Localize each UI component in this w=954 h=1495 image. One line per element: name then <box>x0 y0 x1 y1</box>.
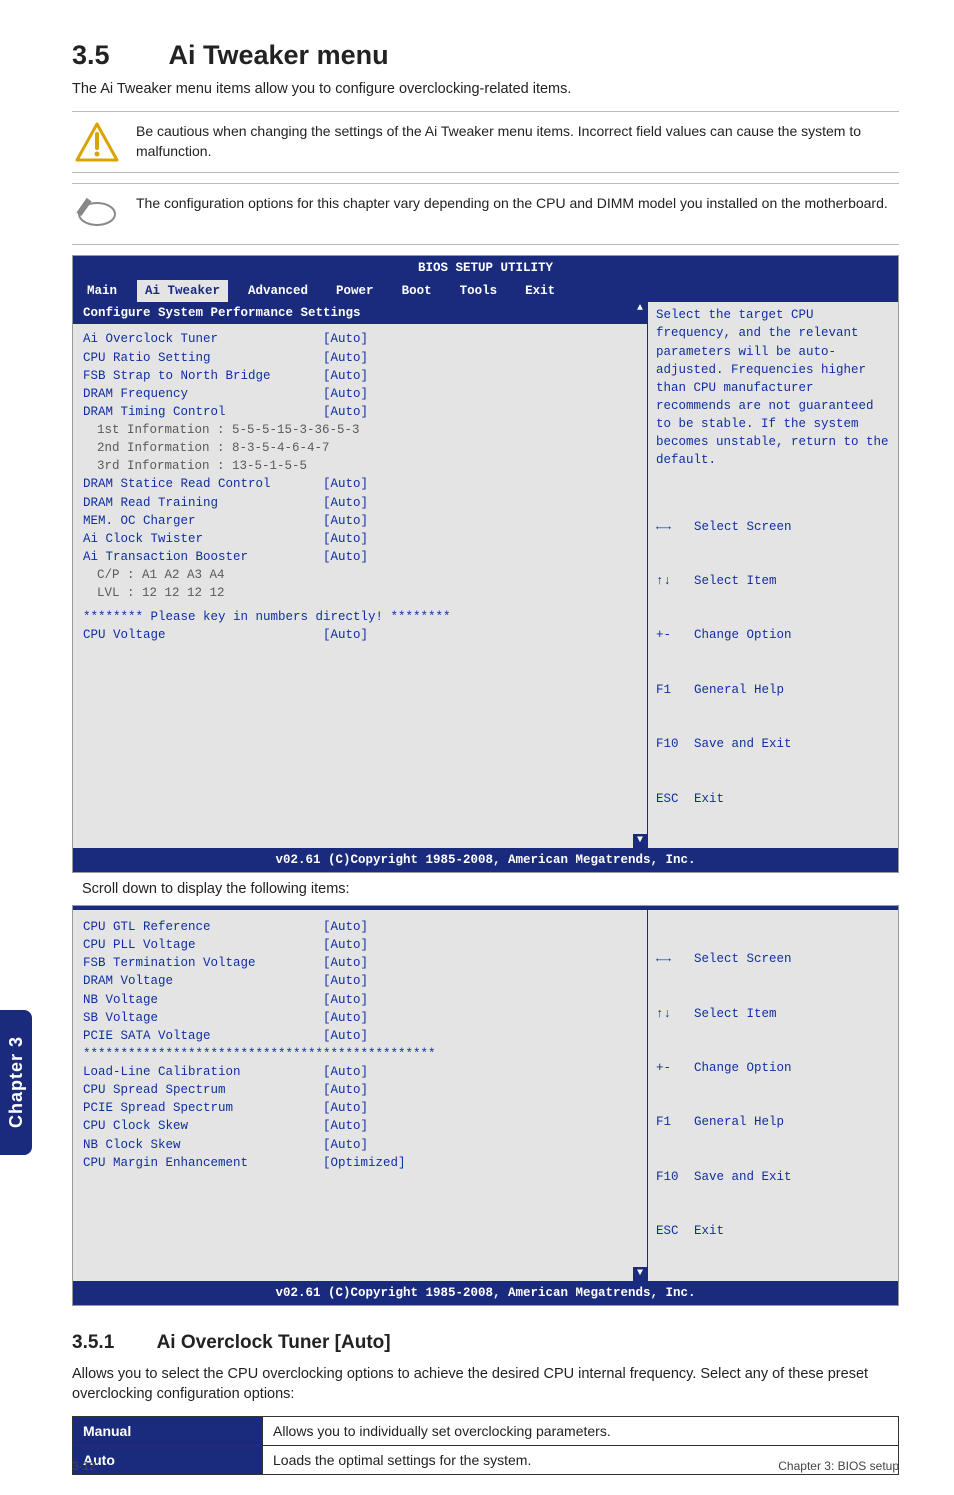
bios-tab-main: Main <box>79 280 125 302</box>
caution-callout: Be cautious when changing the settings o… <box>72 111 899 173</box>
subsection-number: 3.5.1 <box>72 1332 152 1354</box>
bios-row: DRAM Read Training[Auto] <box>83 494 639 512</box>
page-footer: 3-12 Chapter 3: BIOS setup <box>72 1459 899 1473</box>
bios-key-legend: ←→Select Screen ↑↓Select Item +-Change O… <box>656 481 890 844</box>
section-lead: The Ai Tweaker menu items allow you to c… <box>72 81 899 97</box>
bios-help-text: Select the target CPU frequency, and the… <box>656 306 890 469</box>
subsection-body: Allows you to select the CPU overclockin… <box>72 1364 899 1405</box>
note-icon <box>72 194 122 234</box>
bios-starline: ****************************************… <box>83 1045 639 1063</box>
bios-row: Ai Overclock Tuner[Auto] <box>83 330 639 348</box>
bios-subinfo: 2nd Information : 8-3-5-4-6-4-7 <box>83 439 639 457</box>
bios-screenshot-2: CPU GTL Reference[Auto] CPU PLL Voltage[… <box>72 905 899 1306</box>
bios-row: CPU Voltage[Auto] <box>83 626 639 644</box>
bios-row: CPU Spread Spectrum[Auto] <box>83 1081 639 1099</box>
bios-subinfo: C/P : A1 A2 A3 A4 <box>83 566 639 584</box>
bios-subinfo: 1st Information : 5-5-5-15-3-36-5-3 <box>83 421 639 439</box>
bios-tab-power: Power <box>328 280 382 302</box>
bios-row: PCIE Spread Spectrum[Auto] <box>83 1099 639 1117</box>
bios-subinfo: 3rd Information : 13-5-1-5-5 <box>83 457 639 475</box>
subsection-title: Ai Overclock Tuner [Auto] <box>157 1332 391 1353</box>
subsection-heading: 3.5.1 Ai Overclock Tuner [Auto] <box>72 1332 899 1354</box>
bios-tab-ai-tweaker: Ai Tweaker <box>137 280 228 302</box>
bios-row: Ai Clock Twister[Auto] <box>83 530 639 548</box>
bios-row: DRAM Frequency[Auto] <box>83 385 639 403</box>
bios-tab-advanced: Advanced <box>240 280 316 302</box>
option-key: Manual <box>73 1417 263 1446</box>
bios-starline: ******** Please key in numbers directly!… <box>83 608 639 626</box>
bios-row: CPU Ratio Setting[Auto] <box>83 349 639 367</box>
bios-row: PCIE SATA Voltage[Auto] <box>83 1027 639 1045</box>
warning-icon <box>72 122 122 162</box>
section-heading: 3.5 Ai Tweaker menu <box>72 40 899 71</box>
scroll-up-icon: ▲ <box>633 302 647 316</box>
scroll-down-icon: ▼ <box>633 834 647 848</box>
bios-tab-exit: Exit <box>517 280 563 302</box>
bios-tab-tools: Tools <box>452 280 506 302</box>
scroll-instruction: Scroll down to display the following ite… <box>82 881 899 897</box>
bios-row: CPU Clock Skew[Auto] <box>83 1117 639 1135</box>
bios-row: SB Voltage[Auto] <box>83 1009 639 1027</box>
bios-screenshot-1: BIOS SETUP UTILITY Main Ai Tweaker Advan… <box>72 255 899 873</box>
bios-row: FSB Termination Voltage[Auto] <box>83 954 639 972</box>
bios-row: CPU Margin Enhancement[Optimized] <box>83 1154 639 1172</box>
bios-row: NB Clock Skew[Auto] <box>83 1136 639 1154</box>
bios-panel-header: Configure System Performance Settings <box>73 302 647 324</box>
chapter-side-label: Chapter 3 <box>6 1036 27 1128</box>
note-callout: The configuration options for this chapt… <box>72 183 899 245</box>
scroll-down-icon: ▼ <box>633 1267 647 1281</box>
option-desc: Allows you to individually set overclock… <box>263 1417 899 1446</box>
bios-key-legend: ←→Select Screen ↑↓Select Item +-Change O… <box>656 914 890 1277</box>
bios-row: CPU PLL Voltage[Auto] <box>83 936 639 954</box>
bios-row: DRAM Voltage[Auto] <box>83 972 639 990</box>
bios-row: DRAM Timing Control[Auto] <box>83 403 639 421</box>
bios-subinfo: LVL : 12 12 12 12 <box>83 584 639 602</box>
chapter-side-tab: Chapter 3 <box>0 1010 32 1155</box>
bios-row: DRAM Statice Read Control[Auto] <box>83 475 639 493</box>
bios-copyright: v02.61 (C)Copyright 1985-2008, American … <box>73 848 898 872</box>
bios-copyright: v02.61 (C)Copyright 1985-2008, American … <box>73 1281 898 1305</box>
section-title: Ai Tweaker menu <box>169 40 389 70</box>
section-number: 3.5 <box>72 40 162 71</box>
bios-row: NB Voltage[Auto] <box>83 991 639 1009</box>
chapter-label: Chapter 3: BIOS setup <box>778 1459 899 1473</box>
note-text: The configuration options for this chapt… <box>136 194 899 214</box>
bios-row: Load-Line Calibration[Auto] <box>83 1063 639 1081</box>
bios-menubar: Main Ai Tweaker Advanced Power Boot Tool… <box>73 280 898 302</box>
bios-row: MEM. OC Charger[Auto] <box>83 512 639 530</box>
page-number: 3-12 <box>72 1459 96 1473</box>
bios-row: CPU GTL Reference[Auto] <box>83 918 639 936</box>
caution-text: Be cautious when changing the settings o… <box>136 122 899 161</box>
table-row: Manual Allows you to individually set ov… <box>73 1417 899 1446</box>
bios-title: BIOS SETUP UTILITY <box>73 256 898 280</box>
bios-row: FSB Strap to North Bridge[Auto] <box>83 367 639 385</box>
bios-row: Ai Transaction Booster[Auto] <box>83 548 639 566</box>
bios-tab-boot: Boot <box>394 280 440 302</box>
